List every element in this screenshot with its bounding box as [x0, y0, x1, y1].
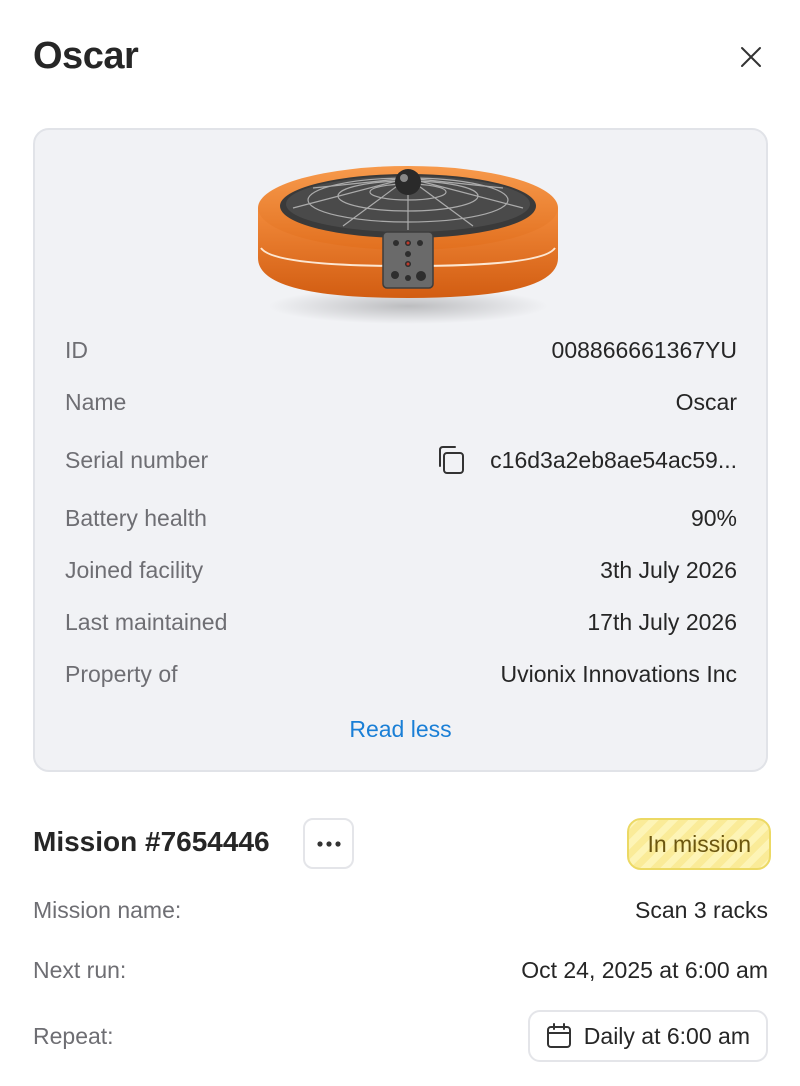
detail-label: Name — [65, 388, 127, 415]
detail-row-battery: Battery health 90% — [65, 492, 737, 544]
detail-label: Joined facility — [65, 556, 204, 583]
detail-value: Uvionix Innovations Inc — [500, 660, 737, 687]
detail-label: Property of — [65, 660, 178, 687]
repeat-value: Daily at 6:00 am — [583, 1022, 750, 1049]
detail-value: 90% — [690, 504, 737, 531]
detail-row-serial: Serial number c16d3a2eb8ae54ac59... — [65, 428, 737, 492]
robot-details-list: ID 008866661367YU Name Oscar Serial numb… — [65, 324, 737, 700]
close-icon — [741, 47, 761, 67]
detail-label: Battery health — [65, 504, 207, 531]
page-title: Oscar — [33, 35, 139, 77]
mission-row-name: Mission name: Scan 3 racks — [33, 894, 768, 926]
robot-details-card: ID 008866661367YU Name Oscar Serial numb… — [33, 128, 768, 772]
copy-icon — [439, 446, 465, 474]
calendar-icon — [546, 1023, 571, 1048]
detail-row-name: Name Oscar — [65, 376, 737, 428]
mission-more-button[interactable] — [303, 818, 354, 869]
detail-label: ID — [65, 336, 88, 363]
panel-header: Oscar — [33, 30, 768, 86]
mission-label: Mission name: — [33, 896, 182, 923]
detail-row-maintained: Last maintained 17th July 2026 — [65, 596, 737, 648]
detail-row-property: Property of Uvionix Innovations Inc — [65, 648, 737, 700]
detail-value: c16d3a2eb8ae54ac59... — [490, 446, 737, 473]
mission-label: Repeat: — [33, 1022, 114, 1049]
mission-label: Next run: — [33, 956, 127, 983]
mission-header: Mission #7654446 In mission — [33, 818, 771, 872]
detail-row-joined: Joined facility 3th July 2026 — [65, 544, 737, 596]
status-badge: In mission — [627, 818, 771, 870]
detail-value: 17th July 2026 — [587, 608, 737, 635]
mission-row-repeat: Repeat: Daily at 6:00 am — [33, 1010, 768, 1062]
robot-image — [258, 166, 558, 324]
detail-value: Oscar — [675, 388, 737, 415]
detail-value: 008866661367YU — [551, 336, 737, 363]
read-less-link[interactable]: Read less — [35, 716, 766, 743]
detail-row-id: ID 008866661367YU — [65, 324, 737, 376]
detail-value: 3th July 2026 — [600, 556, 737, 583]
mission-value: Scan 3 racks — [635, 896, 768, 923]
mission-title: Mission #7654446 — [33, 826, 270, 857]
mission-value: Oct 24, 2025 at 6:00 am — [521, 956, 768, 983]
detail-label: Last maintained — [65, 608, 228, 635]
repeat-schedule-button[interactable]: Daily at 6:00 am — [527, 1010, 768, 1062]
serial-value-group: c16d3a2eb8ae54ac59... — [434, 443, 737, 477]
copy-serial-button[interactable] — [434, 443, 468, 477]
mission-row-next-run: Next run: Oct 24, 2025 at 6:00 am — [33, 954, 768, 986]
detail-label: Serial number — [65, 446, 209, 473]
more-horizontal-icon — [316, 840, 341, 847]
close-button[interactable] — [736, 42, 766, 72]
